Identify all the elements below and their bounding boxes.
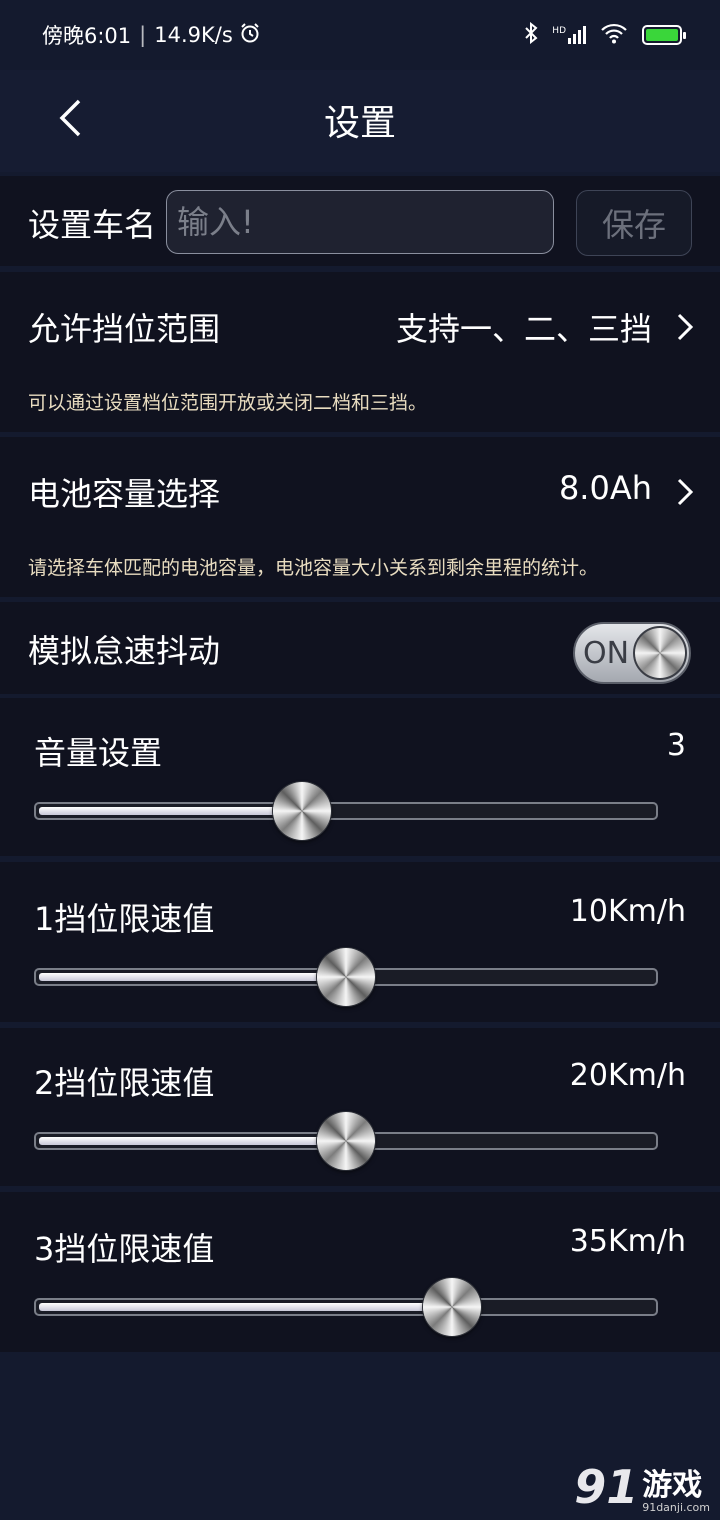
battery-capacity-value: 8.0Ah xyxy=(558,469,652,507)
idle-jitter-toggle[interactable]: ON xyxy=(573,622,691,684)
gear1-speed-section: 1挡位限速值 10Km/h xyxy=(0,862,720,1022)
network-speed: 14.9K/s xyxy=(154,23,233,47)
status-left: 傍晚6:01 | 14.9K/s xyxy=(42,20,261,50)
slider-label: 音量设置 xyxy=(34,734,163,772)
volume-slider-track[interactable] xyxy=(34,802,658,820)
signal-icon: HD xyxy=(552,26,586,44)
status-right: HD xyxy=(524,21,686,49)
slider-value: 20Km/h xyxy=(569,1058,686,1093)
chevron-right-icon xyxy=(677,313,694,341)
status-separator: | xyxy=(139,23,147,47)
slider-value: 10Km/h xyxy=(569,894,686,929)
volume-section: 音量设置 3 xyxy=(0,698,720,856)
car-name-label: 设置车名 xyxy=(28,206,157,244)
watermark-logo: 91 xyxy=(574,1460,639,1514)
header: 设置 xyxy=(0,70,720,172)
slider-label: 2挡位限速值 xyxy=(34,1064,215,1102)
slider-fill xyxy=(39,807,300,815)
gear3-slider-track[interactable] xyxy=(34,1298,658,1316)
slider-fill xyxy=(39,1137,343,1145)
battery-capacity-label: 电池容量选择 xyxy=(28,475,221,513)
battery-capacity-description: 请选择车体匹配的电池容量，电池容量大小关系到剩余里程的统计。 xyxy=(28,557,599,579)
gear3-slider-thumb[interactable] xyxy=(423,1278,482,1336)
watermark-text: 游戏 xyxy=(642,1468,703,1503)
gear-range-value: 支持一、二、三挡 xyxy=(395,310,652,348)
gear-range-section[interactable]: 允许挡位范围 支持一、二、三挡 可以通过设置档位范围开放或关闭二档和三挡。 xyxy=(0,272,720,432)
watermark: 91 游戏 91danji.com xyxy=(574,1460,710,1514)
wifi-icon xyxy=(600,22,628,49)
battery-charging-icon xyxy=(642,25,686,45)
car-name-input[interactable] xyxy=(166,190,554,254)
car-name-section: 设置车名 保存 xyxy=(0,176,720,266)
toggle-on-label: ON xyxy=(583,636,630,671)
slider-fill xyxy=(39,1303,450,1311)
volume-slider-thumb[interactable] xyxy=(273,782,332,840)
gear-range-label: 允许挡位范围 xyxy=(28,310,221,348)
slider-value: 3 xyxy=(666,728,686,763)
chevron-right-icon xyxy=(677,478,694,506)
gear2-speed-section: 2挡位限速值 20Km/h xyxy=(0,1028,720,1186)
alarm-icon xyxy=(239,22,261,49)
gear3-speed-section: 3挡位限速值 35Km/h xyxy=(0,1192,720,1352)
status-time: 傍晚6:01 xyxy=(42,24,132,48)
slider-fill xyxy=(39,973,343,981)
bluetooth-icon xyxy=(524,21,538,49)
status-bar: 傍晚6:01 | 14.9K/s HD xyxy=(0,0,720,70)
page-title: 设置 xyxy=(323,103,396,144)
idle-jitter-section: 模拟怠速抖动 ON xyxy=(0,602,720,694)
toggle-knob xyxy=(633,626,687,680)
battery-capacity-section[interactable]: 电池容量选择 8.0Ah 请选择车体匹配的电池容量，电池容量大小关系到剩余里程的… xyxy=(0,437,720,597)
save-button[interactable]: 保存 xyxy=(576,190,692,256)
watermark-sub: 91danji.com xyxy=(642,1501,710,1514)
gear1-slider-thumb[interactable] xyxy=(317,948,375,1006)
idle-jitter-label: 模拟怠速抖动 xyxy=(28,632,221,670)
slider-label: 3挡位限速值 xyxy=(34,1230,215,1268)
slider-value: 35Km/h xyxy=(569,1224,686,1259)
gear-range-description: 可以通过设置档位范围开放或关闭二档和三挡。 xyxy=(28,392,428,414)
signal-hd-label: HD xyxy=(552,26,566,36)
slider-label: 1挡位限速值 xyxy=(34,900,215,938)
watermark-text-group: 游戏 91danji.com xyxy=(642,1468,710,1515)
gear2-slider-thumb[interactable] xyxy=(317,1112,375,1170)
